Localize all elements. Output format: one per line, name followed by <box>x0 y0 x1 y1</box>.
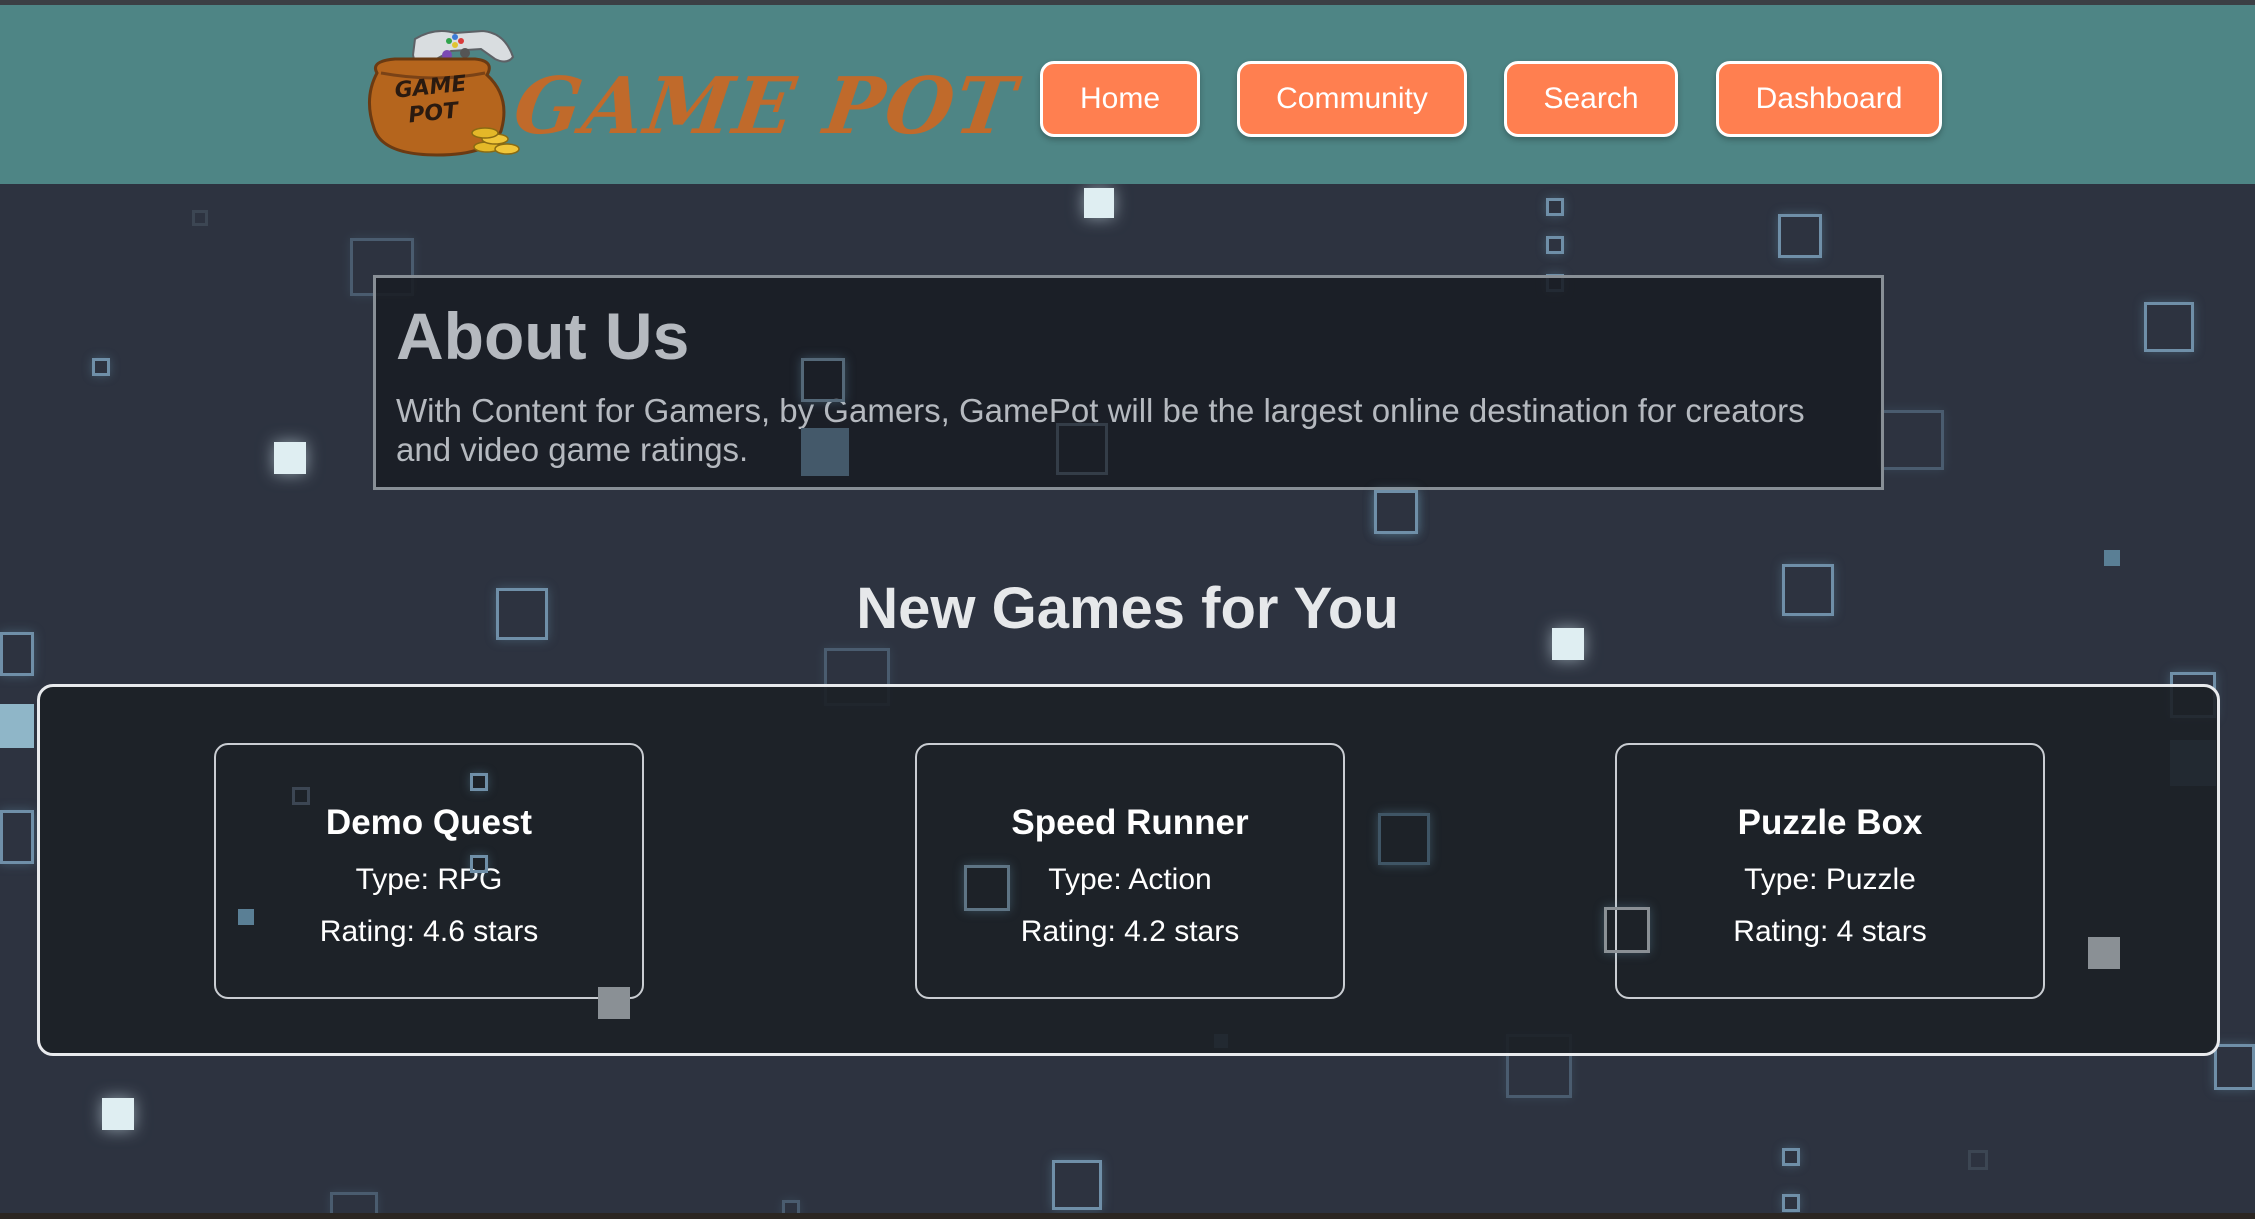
nav-dashboard-button[interactable]: Dashboard <box>1716 61 1942 137</box>
bg-square <box>1546 198 1564 216</box>
nav-community-button[interactable]: Community <box>1237 61 1467 137</box>
bg-square <box>801 428 849 476</box>
nav-home-button[interactable]: Home <box>1040 61 1200 137</box>
game-name: Speed Runner <box>1011 803 1249 842</box>
bg-square <box>0 810 34 864</box>
bg-square <box>238 909 254 925</box>
bg-square <box>801 358 845 402</box>
bg-square <box>1378 813 1430 865</box>
game-rating: Rating: 4 stars <box>1733 915 1927 948</box>
games-panel: Demo Quest Type: RPG Rating: 4.6 stars S… <box>37 684 2220 1056</box>
bg-square <box>102 1098 134 1130</box>
bg-square <box>1604 907 1650 953</box>
bg-square <box>0 704 34 748</box>
about-title: About Us <box>396 299 690 373</box>
bg-square <box>92 358 110 376</box>
bg-square <box>470 855 488 873</box>
new-games-title: New Games for You <box>856 576 1399 641</box>
game-rating: Rating: 4.6 stars <box>319 915 539 948</box>
bg-square <box>1052 1160 1102 1210</box>
nav-search-button[interactable]: Search <box>1504 61 1678 137</box>
bottom-edge <box>0 1213 2255 1219</box>
game-type: Type: RPG <box>355 863 503 896</box>
bg-square <box>598 987 630 1019</box>
bg-square <box>274 442 306 474</box>
bg-square <box>2144 302 2194 352</box>
bg-square <box>192 210 208 226</box>
bg-square <box>1968 1150 1988 1170</box>
game-card[interactable]: Demo Quest Type: RPG Rating: 4.6 stars <box>214 743 644 999</box>
game-name: Demo Quest <box>325 803 533 842</box>
bg-square <box>2104 550 2120 566</box>
bg-square <box>1880 410 1944 470</box>
bg-square <box>1778 214 1822 258</box>
bg-square <box>964 865 1010 911</box>
bg-square <box>2088 937 2120 969</box>
game-name: Puzzle Box <box>1737 803 1923 842</box>
bg-square <box>292 787 310 805</box>
game-type: Type: Puzzle <box>1744 863 1916 896</box>
bg-square <box>1782 1194 1800 1212</box>
game-card[interactable]: Puzzle Box Type: Puzzle Rating: 4 stars <box>1615 743 2045 999</box>
about-section: About Us With Content for Gamers, by Gam… <box>373 275 1884 490</box>
bg-square <box>470 773 488 791</box>
logo-title: GAME POT <box>508 61 1023 152</box>
bg-square <box>2214 1044 2255 1090</box>
game-rating: Rating: 4.2 stars <box>1020 915 1240 948</box>
site-logo[interactable]: GAME POT GAME POT <box>355 23 1022 165</box>
bg-square <box>1374 490 1418 534</box>
bg-square <box>1782 1148 1800 1166</box>
about-text: With Content for Gamers, by Gamers, Game… <box>396 392 1805 468</box>
bg-square <box>1546 236 1564 254</box>
bg-square <box>1056 423 1108 475</box>
bg-square <box>1084 188 1114 218</box>
site-header: GAME POT GAME POT Home Community Search D… <box>0 0 2255 184</box>
